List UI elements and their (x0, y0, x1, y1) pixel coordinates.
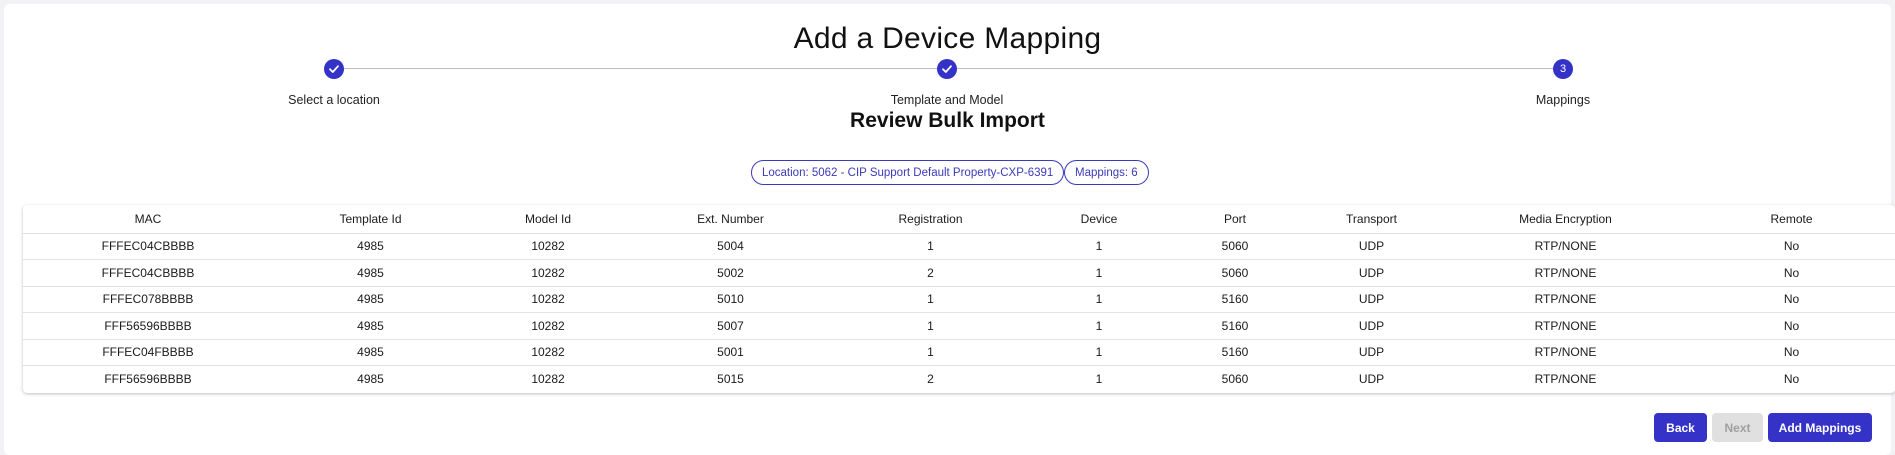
cell-registration: 1 (833, 286, 1028, 313)
cell-mac: FFFEC04CBBBB (23, 259, 273, 287)
cell-transport: UDP (1300, 286, 1443, 313)
column-header-mac[interactable]: MAC (23, 205, 273, 234)
cell-ext-number: 5002 (628, 259, 833, 287)
dialog-page: Add a Device Mapping Select a location T… (4, 4, 1895, 455)
cell-registration: 1 (833, 233, 1028, 260)
mappings-count-chip: Mappings: 6 (1064, 160, 1149, 185)
mappings-table-card: MAC Template Id Model Id Ext. Number Reg… (23, 205, 1895, 393)
cell-media-encryption: RTP/NONE (1443, 286, 1688, 313)
column-header-registration[interactable]: Registration (833, 205, 1028, 234)
cell-registration: 1 (833, 312, 1028, 340)
step-1-complete-icon (324, 59, 344, 79)
cell-model-id: 10282 (531, 372, 565, 386)
cell-port: 5060 (1170, 233, 1300, 260)
cell-ext-number: 5004 (628, 233, 833, 260)
column-header-ext-number[interactable]: Ext. Number (628, 205, 833, 234)
column-header-template-id[interactable]: Template Id (273, 205, 468, 234)
column-header-transport[interactable]: Transport (1300, 205, 1443, 234)
cell-media-encryption: RTP/NONE (1443, 312, 1688, 340)
column-header-port[interactable]: Port (1170, 205, 1300, 234)
cell-registration: 1 (833, 339, 1028, 366)
check-icon (329, 65, 339, 73)
cell-model-id: 10282 (468, 259, 628, 287)
cell-transport: UDP (1300, 312, 1443, 340)
location-chip: Location: 5062 - CIP Support Default Pro… (751, 160, 1065, 185)
cell-transport: UDP (1300, 339, 1443, 366)
cell-transport: UDP (1300, 259, 1443, 287)
cell-transport: UDP (1358, 372, 1385, 386)
cell-media-encryption: RTP/NONE (1534, 372, 1597, 386)
cell-registration: 2 (833, 259, 1028, 287)
cell-device: 1 (1028, 259, 1170, 287)
cell-media-encryption: RTP/NONE (1443, 233, 1688, 260)
cell-mac: FFF56596BBBB (104, 372, 192, 386)
table-row: FFF56596BBBB 4985 10282 5015 2 1 5060 UD… (23, 366, 1895, 393)
cell-remote: No (1688, 339, 1895, 366)
table-row: FFFEC04FBBBB 4985 10282 5001 1 1 5160 UD… (23, 339, 1895, 366)
table-row: FFFEC04CBBBB 4985 10282 5002 2 1 5060 UD… (23, 259, 1895, 287)
column-header-device[interactable]: Device (1028, 205, 1170, 234)
add-mappings-button[interactable]: Add Mappings (1768, 413, 1872, 442)
cell-transport: UDP (1300, 233, 1443, 260)
table-row: FFF56596BBBB 4985 10282 5007 1 1 5160 UD… (23, 312, 1895, 340)
table-row: FFFEC078BBBB 4985 10282 5010 1 1 5160 UD… (23, 286, 1895, 313)
cell-registration: 2 (927, 372, 934, 386)
cell-ext-number: 5010 (628, 286, 833, 313)
step-2-complete-icon (937, 59, 957, 79)
cell-device: 1 (1028, 312, 1170, 340)
step-3-label: Mappings (1535, 93, 1591, 107)
cell-model-id: 10282 (468, 286, 628, 313)
mappings-table: MAC Template Id Model Id Ext. Number Reg… (23, 205, 1895, 392)
cell-template-id: 4985 (273, 339, 468, 366)
cell-device: 1 (1028, 233, 1170, 260)
cell-remote: No (1688, 259, 1895, 287)
cell-port: 5160 (1170, 312, 1300, 340)
cell-ext-number: 5015 (717, 372, 744, 386)
check-icon (942, 65, 952, 73)
back-button[interactable]: Back (1654, 413, 1707, 442)
cell-port: 5160 (1170, 286, 1300, 313)
cell-template-id: 4985 (273, 259, 468, 287)
cell-ext-number: 5001 (628, 339, 833, 366)
cell-template-id: 4985 (273, 286, 468, 313)
cell-remote: No (1783, 372, 1800, 386)
cell-template-id: 4985 (273, 312, 468, 340)
step-2-label: Template and Model (890, 93, 1004, 107)
cell-remote: No (1688, 286, 1895, 313)
cell-media-encryption: RTP/NONE (1443, 339, 1688, 366)
step-1-label: Select a location (288, 93, 380, 107)
cell-remote: No (1688, 312, 1895, 340)
section-subtitle: Review Bulk Import (850, 109, 1045, 132)
cell-mac: FFFEC04FBBBB (23, 339, 273, 366)
cell-model-id: 10282 (468, 233, 628, 260)
cell-mac: FFFEC078BBBB (23, 286, 273, 313)
cell-port: 5060 (1170, 259, 1300, 287)
cell-device: 1 (1028, 286, 1170, 313)
table-row: FFFEC04CBBBB 4985 10282 5004 1 1 5060 UD… (23, 233, 1895, 260)
cell-model-id: 10282 (468, 339, 628, 366)
cell-device: 1 (1095, 372, 1103, 386)
cell-port: 5160 (1170, 339, 1300, 366)
column-header-model-id[interactable]: Model Id (468, 205, 628, 234)
column-header-remote[interactable]: Remote (1688, 205, 1895, 234)
cell-mac: FFF56596BBBB (23, 312, 273, 340)
table-header-row: MAC Template Id Model Id Ext. Number Reg… (23, 205, 1895, 234)
cell-template-id: 4985 (357, 372, 384, 386)
cell-port: 5060 (1221, 372, 1249, 386)
cell-ext-number: 5007 (628, 312, 833, 340)
cell-template-id: 4985 (273, 233, 468, 260)
next-button[interactable]: Next (1712, 413, 1763, 442)
cell-model-id: 10282 (468, 312, 628, 340)
cell-remote: No (1688, 233, 1895, 260)
cell-mac: FFFEC04CBBBB (23, 233, 273, 260)
page-title: Add a Device Mapping (793, 22, 1102, 55)
step-3-active-indicator: 3 (1553, 59, 1573, 79)
cell-device: 1 (1028, 339, 1170, 366)
cell-media-encryption: RTP/NONE (1443, 259, 1688, 287)
column-header-media-encryption[interactable]: Media Encryption (1443, 205, 1688, 234)
